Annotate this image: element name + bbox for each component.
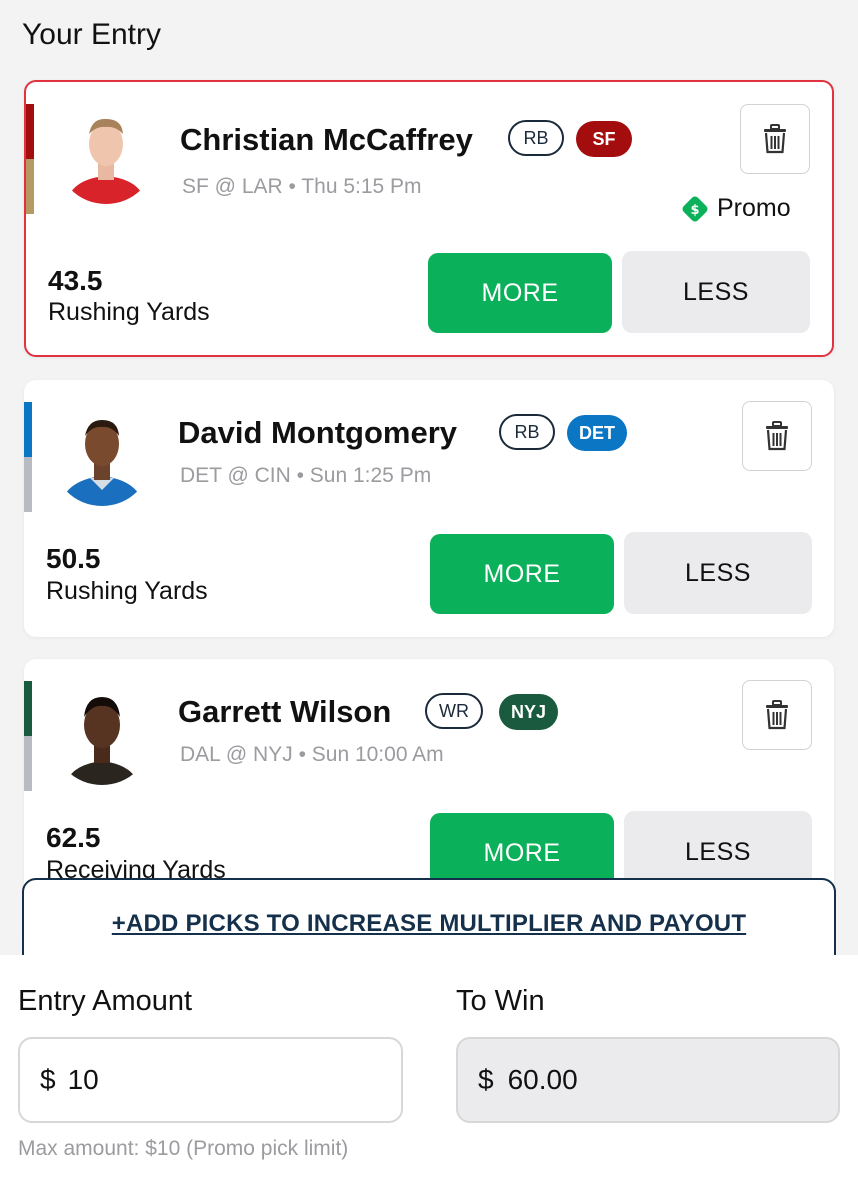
stat-label: Rushing Yards [46,577,208,605]
projection-value: 62.5 [46,822,101,853]
team-color-stripe [26,104,34,214]
less-button[interactable]: LESS [624,532,812,614]
pick-card-mccaffrey[interactable]: Christian McCaffrey RB SF SF @ LAR • Thu… [24,80,834,357]
entry-amount-label: Entry Amount [18,985,193,1017]
add-picks-label[interactable]: +ADD PICKS TO INCREASE MULTIPLIER AND PA… [24,910,834,938]
max-amount-helper: Max amount: $10 (Promo pick limit) [18,1137,349,1160]
less-button[interactable]: LESS [622,251,810,333]
entry-amount-value[interactable]: 10 [68,1064,99,1096]
pick-card-montgomery[interactable]: David Montgomery RB DET DET @ CIN • Sun … [24,380,834,637]
delete-pick-button[interactable] [742,401,812,471]
page-title: Your Entry [22,18,161,51]
currency-symbol: $ [40,1064,56,1095]
promo-tag: $ Promo [681,194,791,223]
trash-icon [766,700,788,730]
player-name: Garrett Wilson [178,694,392,729]
trash-icon [766,421,788,451]
stat-label: Rushing Yards [48,298,210,326]
position-badge: RB [508,120,564,156]
player-name: Christian McCaffrey [180,122,473,157]
position-badge: RB [499,414,555,450]
team-badge: NYJ [499,694,559,730]
promo-tag-icon: $ [682,196,708,221]
player-avatar [52,406,152,506]
entry-scroll-area[interactable]: Your Entry Christian McCaffrey RB SF SF … [0,0,858,955]
game-info: SF @ LAR • Thu 5:15 Pm [182,175,422,198]
team-color-stripe [24,402,32,512]
add-picks-button[interactable]: +ADD PICKS TO INCREASE MULTIPLIER AND PA… [22,878,836,955]
player-name: David Montgomery [178,415,458,450]
player-avatar [52,685,152,785]
position-badge: WR [425,693,483,729]
team-color-stripe [24,681,32,791]
more-button[interactable]: MORE [430,534,614,614]
player-avatar [56,104,156,204]
currency-symbol: $ [478,1064,494,1095]
to-win-field: $ 60.00 [456,1037,840,1123]
promo-label: Promo [717,194,791,222]
team-badge: DET [567,415,627,451]
more-button[interactable]: MORE [428,253,612,333]
delete-pick-button[interactable] [740,104,810,174]
svg-text:$: $ [690,203,699,218]
trash-icon [764,124,786,154]
projection-value: 50.5 [46,543,101,574]
game-info: DAL @ NYJ • Sun 10:00 Am [180,743,444,766]
entry-amount-input[interactable]: $ 10 [18,1037,403,1123]
team-badge: SF [576,121,632,157]
to-win-value: 60.00 [507,1064,578,1095]
entry-footer: Entry Amount To Win $ 10 $ 60.00 Max amo… [0,955,858,1200]
projection-value: 43.5 [48,265,103,296]
game-info: DET @ CIN • Sun 1:25 Pm [180,464,432,487]
delete-pick-button[interactable] [742,680,812,750]
to-win-label: To Win [456,985,545,1017]
